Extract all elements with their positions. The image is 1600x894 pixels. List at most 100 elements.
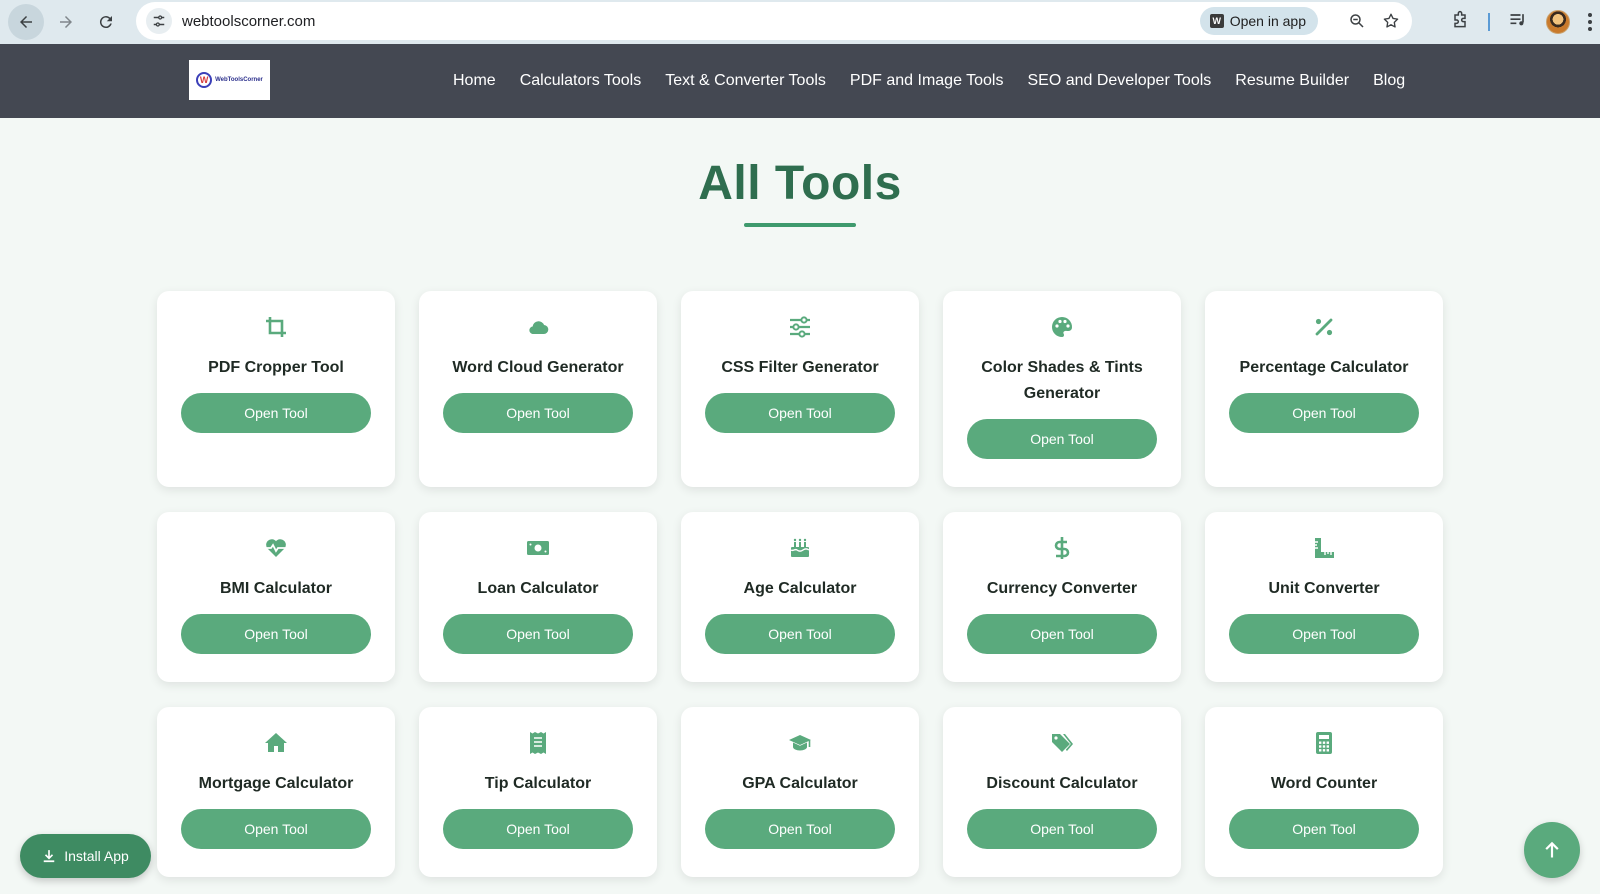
back-button[interactable]	[8, 4, 44, 40]
tool-card: Color Shades & Tints Generator Open Tool	[943, 291, 1181, 487]
tool-name: BMI Calculator	[219, 580, 332, 597]
receipt-icon	[530, 732, 546, 754]
heartbeat-icon	[266, 539, 286, 557]
tool-name: CSS Filter Generator	[721, 359, 879, 376]
tool-card: Loan Calculator Open Tool	[419, 512, 657, 682]
open-tool-button[interactable]: Open Tool	[967, 809, 1157, 849]
playlist-icon	[1510, 13, 1524, 25]
money-bill-icon	[527, 541, 549, 555]
tool-name: Tip Calculator	[484, 775, 592, 792]
open-tool-button[interactable]: Open Tool	[1229, 614, 1419, 654]
tool-card: Unit Converter Open Tool	[1205, 512, 1443, 682]
tool-card: Mortgage Calculator Open Tool	[157, 707, 395, 877]
home-icon	[265, 733, 287, 752]
open-tool-button[interactable]: Open Tool	[443, 614, 633, 654]
page-title: All Tools	[698, 157, 902, 210]
nav-seo-developer-tools[interactable]: SEO and Developer Tools	[1027, 72, 1211, 90]
crop-icon	[266, 317, 286, 337]
tool-name: Word Cloud Generator	[452, 359, 624, 376]
reload-button[interactable]	[88, 4, 124, 40]
tool-card: Word Counter Open Tool	[1205, 707, 1443, 877]
media-button[interactable]	[1508, 10, 1528, 35]
site-logo[interactable]: W WebToolsCorner	[189, 60, 270, 100]
open-tool-button[interactable]: Open Tool	[967, 614, 1157, 654]
tool-card: Tip Calculator Open Tool	[419, 707, 657, 877]
open-tool-button[interactable]: Open Tool	[705, 393, 895, 433]
reload-icon	[99, 16, 112, 29]
arrow-up-icon	[1545, 841, 1559, 858]
dollar-icon	[1054, 537, 1070, 559]
birthday-cake-icon	[790, 538, 810, 557]
open-tool-button[interactable]: Open Tool	[705, 809, 895, 849]
open-tool-button[interactable]: Open Tool	[181, 614, 371, 654]
profile-avatar[interactable]	[1546, 10, 1570, 34]
site-info-button[interactable]	[146, 8, 172, 34]
forward-button[interactable]	[48, 4, 84, 40]
sliders-icon	[790, 316, 810, 338]
open-tool-button[interactable]: Open Tool	[181, 809, 371, 849]
app-badge-icon: W	[1209, 14, 1224, 28]
tool-name: PDF Cropper Tool	[208, 359, 344, 376]
nav-pdf-image-tools[interactable]: PDF and Image Tools	[850, 72, 1004, 90]
tool-name: Loan Calculator	[477, 580, 599, 597]
tags-icon	[1052, 734, 1073, 752]
open-tool-button[interactable]: Open Tool	[443, 393, 633, 433]
install-app-label: Install App	[64, 848, 129, 864]
bookmark-button[interactable]	[1380, 10, 1402, 32]
tool-name: Age Calculator	[743, 580, 857, 597]
nav-calculators-tools[interactable]: Calculators Tools	[520, 72, 642, 90]
arrow-right-icon	[60, 16, 72, 28]
graduation-cap-icon	[789, 735, 811, 751]
tool-name: Discount Calculator	[986, 775, 1138, 792]
ruler-icon	[1315, 538, 1334, 558]
tool-card: Age Calculator Open Tool	[681, 512, 919, 682]
open-tool-button[interactable]: Open Tool	[181, 393, 371, 433]
tool-name: Percentage Calculator	[1239, 359, 1409, 376]
open-tool-button[interactable]: Open Tool	[967, 419, 1157, 459]
extensions-button[interactable]	[1450, 10, 1470, 35]
tool-name: Word Counter	[1270, 775, 1378, 792]
zoom-button[interactable]	[1346, 10, 1368, 32]
browser-toolbar: webtoolscorner.com W Open in app	[0, 0, 1600, 44]
open-tool-button[interactable]: Open Tool	[1229, 809, 1419, 849]
tool-card: PDF Cropper Tool Open Tool	[157, 291, 395, 487]
calculator-icon	[1316, 732, 1332, 754]
nav-home[interactable]: Home	[453, 72, 496, 90]
open-in-app-button[interactable]: W Open in app	[1199, 7, 1318, 35]
site-header: W WebToolsCorner Home Calculators Tools …	[0, 44, 1600, 118]
tool-name: GPA Calculator	[742, 775, 858, 792]
tool-card: GPA Calculator Open Tool	[681, 707, 919, 877]
nav-resume-builder[interactable]: Resume Builder	[1235, 72, 1349, 90]
tool-card: Currency Converter Open Tool	[943, 512, 1181, 682]
open-in-app-label: Open in app	[1229, 13, 1306, 29]
tool-card: CSS Filter Generator Open Tool	[681, 291, 919, 487]
logo-text: WebToolsCorner	[215, 77, 263, 83]
tool-name: Unit Converter	[1268, 580, 1380, 597]
puzzle-icon	[1454, 10, 1466, 27]
tool-name: Color Shades & Tints Generator	[981, 359, 1143, 402]
browser-actions	[1450, 4, 1592, 40]
nav-text-converter-tools[interactable]: Text & Converter Tools	[665, 72, 826, 90]
back-to-top-button[interactable]	[1524, 822, 1580, 878]
open-tool-button[interactable]: Open Tool	[443, 809, 633, 849]
tool-card: Percentage Calculator Open Tool	[1205, 291, 1443, 487]
toolbar-divider	[1488, 13, 1490, 31]
title-underline	[744, 223, 856, 227]
address-bar[interactable]: webtoolscorner.com W Open in app	[136, 2, 1412, 40]
tool-card: Discount Calculator Open Tool	[943, 707, 1181, 877]
browser-menu-icon[interactable]	[1588, 13, 1592, 31]
open-tool-button[interactable]: Open Tool	[705, 614, 895, 654]
percent-icon	[1315, 318, 1333, 336]
url-text[interactable]: webtoolscorner.com	[182, 13, 1200, 30]
arrow-left-icon	[20, 16, 32, 28]
tune-icon	[153, 15, 165, 27]
palette-icon	[1052, 317, 1073, 337]
logo-mark-icon: W	[196, 72, 213, 88]
tool-card: BMI Calculator Open Tool	[157, 512, 395, 682]
star-icon	[1383, 13, 1399, 28]
open-tool-button[interactable]: Open Tool	[1229, 393, 1419, 433]
nav-blog[interactable]: Blog	[1373, 72, 1405, 90]
tool-card: Word Cloud Generator Open Tool	[419, 291, 657, 487]
tool-name: Currency Converter	[986, 580, 1138, 597]
install-app-button[interactable]: Install App	[20, 834, 151, 878]
